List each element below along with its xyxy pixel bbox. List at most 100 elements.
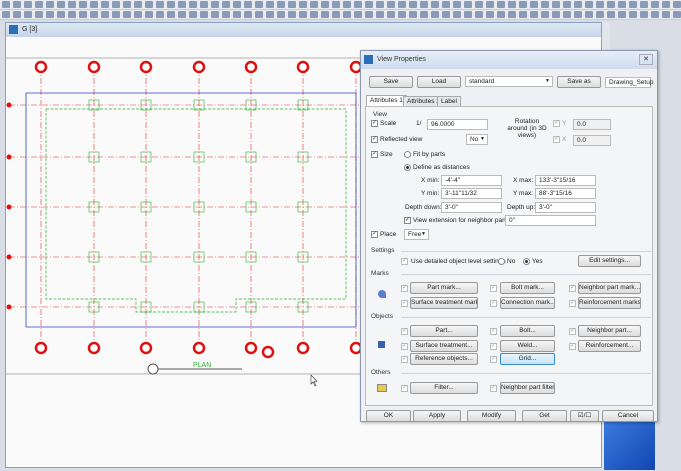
yes-radio[interactable]	[523, 258, 530, 265]
toolbar-tool-icon[interactable]	[12, 1, 21, 8]
toolbar-tool-icon[interactable]	[408, 11, 417, 18]
neighbor-filter-checkbox[interactable]: ✓	[490, 385, 497, 392]
toolbar-tool-icon[interactable]	[276, 1, 285, 8]
filter-button[interactable]: Filter...	[410, 382, 478, 394]
place-checkbox[interactable]: ✓	[371, 231, 378, 238]
get-button[interactable]: Get	[522, 410, 567, 422]
xmin-input[interactable]: -4'-4"	[441, 175, 502, 186]
marks-checkbox[interactable]: ✓	[490, 285, 497, 292]
objs-checkbox[interactable]: ✓	[490, 343, 497, 350]
toolbar-tool-icon[interactable]	[210, 1, 219, 8]
toolbar-tool-icon[interactable]	[78, 11, 87, 18]
toolbar-tool-icon[interactable]	[89, 1, 98, 8]
marks-checkbox[interactable]: ✓	[569, 285, 576, 292]
toolbar-tool-icon[interactable]	[177, 11, 186, 18]
toolbar-tool-icon[interactable]	[155, 1, 164, 8]
toolbar-tool-icon[interactable]	[474, 1, 483, 8]
toolbar-tool-icon[interactable]	[452, 1, 461, 8]
objs-button[interactable]: Reference objects...	[410, 353, 478, 365]
reflected-view-select[interactable]: No ▼	[466, 134, 488, 145]
toolbar-tool-icon[interactable]	[342, 1, 351, 8]
toolbar-tool-icon[interactable]	[34, 1, 43, 8]
toolbar-tool-icon[interactable]	[595, 11, 604, 18]
toolbar-tool-icon[interactable]	[188, 1, 197, 8]
apply-button[interactable]: Apply	[413, 410, 461, 422]
objs-button[interactable]: Grid...	[500, 353, 555, 365]
toolbar-tool-icon[interactable]	[441, 1, 450, 8]
objs-button[interactable]: Part...	[410, 325, 478, 337]
toolbar-tool-icon[interactable]	[122, 1, 131, 8]
toolbar-tool-icon[interactable]	[45, 11, 54, 18]
ymin-input[interactable]: 3'-11"11/32	[441, 188, 502, 199]
toolbar-tool-icon[interactable]	[573, 1, 582, 8]
marks-button[interactable]: Neighbor part mark...	[578, 282, 641, 294]
toolbar-tool-icon[interactable]	[485, 11, 494, 18]
toolbar-tool-icon[interactable]	[573, 11, 582, 18]
toolbar-tool-icon[interactable]	[518, 1, 527, 8]
toolbar-tool-icon[interactable]	[331, 11, 340, 18]
toolbar-tool-icon[interactable]	[650, 1, 659, 8]
toolbar-tool-icon[interactable]	[243, 11, 252, 18]
toolbar-tool-icon[interactable]	[584, 1, 593, 8]
size-checkbox[interactable]: ✓	[371, 151, 378, 158]
marks-checkbox[interactable]: ✓	[490, 300, 497, 307]
toolbar-tool-icon[interactable]	[364, 1, 373, 8]
toolbar-tool-icon[interactable]	[595, 1, 604, 8]
toolbar-tool-icon[interactable]	[562, 1, 571, 8]
marks-button[interactable]: Part mark...	[410, 282, 478, 294]
toolbar-tool-icon[interactable]	[243, 1, 252, 8]
toolbar-tool-icon[interactable]	[672, 1, 681, 8]
neighbor-filter-button[interactable]: Neighbor part filter...	[500, 382, 555, 394]
toolbar-tool-icon[interactable]	[408, 1, 417, 8]
ymax-input[interactable]: 88'-3"15/16	[535, 188, 596, 199]
save-button[interactable]: Save	[369, 76, 413, 88]
marks-checkbox[interactable]: ✓	[401, 300, 408, 307]
toolbar-tool-icon[interactable]	[144, 1, 153, 8]
rotation-y-input[interactable]: 0.0	[573, 119, 611, 130]
toolbar-tool-icon[interactable]	[221, 11, 230, 18]
toolbar-tool-icon[interactable]	[56, 11, 65, 18]
toolbar-tool-icon[interactable]	[496, 11, 505, 18]
toolbar-tool-icon[interactable]	[23, 1, 32, 8]
toolbar-tool-icon[interactable]	[639, 1, 648, 8]
edit-settings-button[interactable]: Edit settings...	[578, 255, 641, 267]
toolbar-tool-icon[interactable]	[45, 1, 54, 8]
toolbar-tool-icon[interactable]	[199, 1, 208, 8]
objs-checkbox[interactable]: ✓	[569, 328, 576, 335]
toolbar-tool-icon[interactable]	[540, 1, 549, 8]
objs-checkbox[interactable]: ✓	[490, 356, 497, 363]
rotation-x-input[interactable]: 0.0	[573, 135, 611, 146]
toolbar-tool-icon[interactable]	[320, 11, 329, 18]
objs-button[interactable]: Surface treatment...	[410, 340, 478, 352]
toolbar-tool-icon[interactable]	[672, 11, 681, 18]
view-extension-checkbox[interactable]: ✓	[404, 217, 411, 224]
toolbar-tool-icon[interactable]	[529, 1, 538, 8]
preset-select[interactable]: standard ▼	[465, 76, 553, 87]
use-detailed-checkbox[interactable]: ✓	[401, 258, 408, 265]
toolbar-tool-icon[interactable]	[265, 11, 274, 18]
toolbar-tool-icon[interactable]	[133, 11, 142, 18]
toolbar-tool-icon[interactable]	[507, 1, 516, 8]
toolbar-tool-icon[interactable]	[518, 11, 527, 18]
toolbar-tool-icon[interactable]	[474, 11, 483, 18]
toolbar-tool-icon[interactable]	[562, 11, 571, 18]
toolbar-tool-icon[interactable]	[309, 1, 318, 8]
toolbar-tool-icon[interactable]	[122, 11, 131, 18]
toolbar-tool-icon[interactable]	[606, 1, 615, 8]
toolbar-tool-icon[interactable]	[441, 11, 450, 18]
toolbar-tool-icon[interactable]	[23, 11, 32, 18]
no-radio[interactable]	[498, 258, 505, 265]
toolbar-tool-icon[interactable]	[254, 11, 263, 18]
toolbar-tool-icon[interactable]	[89, 11, 98, 18]
load-button[interactable]: Load	[417, 76, 461, 88]
toolbar-tool-icon[interactable]	[419, 11, 428, 18]
marks-button[interactable]: Connection mark...	[500, 297, 555, 309]
objs-checkbox[interactable]: ✓	[401, 356, 408, 363]
toolbar-tool-icon[interactable]	[419, 1, 428, 8]
toolbar-tool-icon[interactable]	[166, 11, 175, 18]
toolbar-tool-icon[interactable]	[397, 1, 406, 8]
toolbar-tool-icon[interactable]	[287, 11, 296, 18]
toolbar-tool-icon[interactable]	[331, 1, 340, 8]
view-extension-input[interactable]: 0"	[505, 215, 596, 226]
toolbar-tool-icon[interactable]	[199, 11, 208, 18]
